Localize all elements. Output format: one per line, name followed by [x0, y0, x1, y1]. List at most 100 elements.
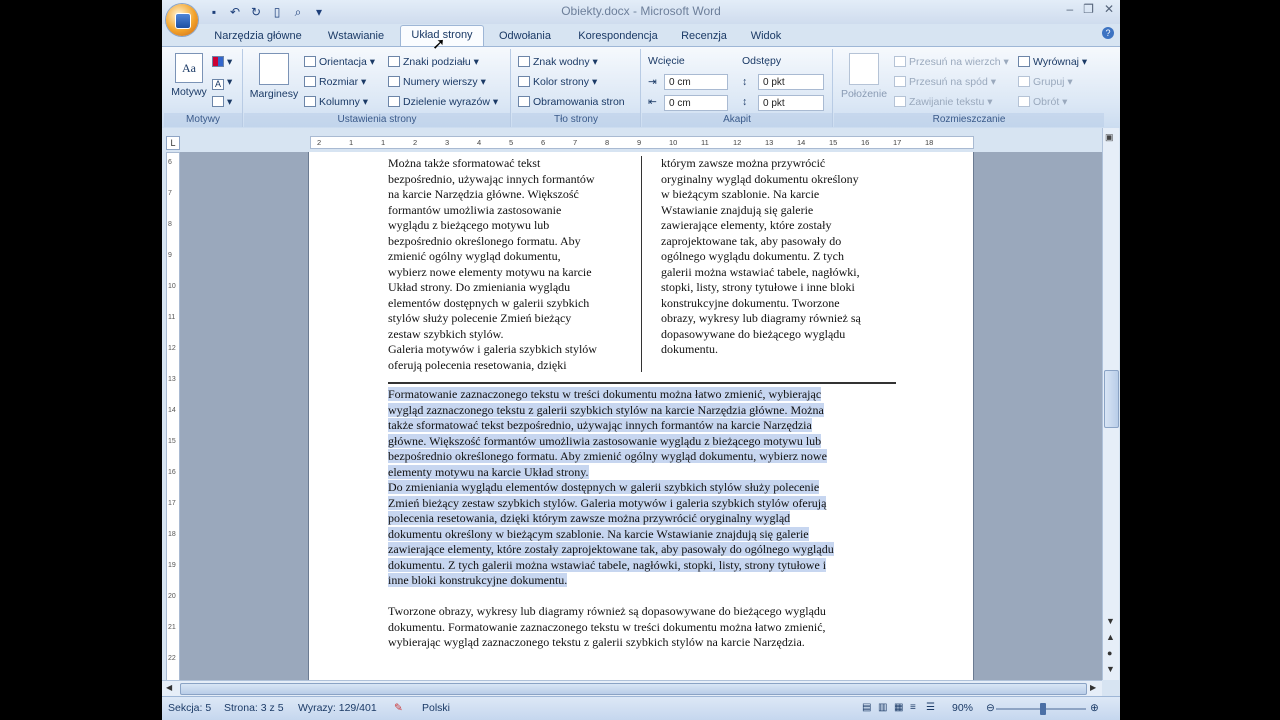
section-border: [388, 382, 896, 384]
vertical-scroll-thumb[interactable]: [1104, 370, 1119, 428]
spacing-after-field[interactable]: 0 pkt: [758, 95, 824, 111]
indent-left-field[interactable]: 0 cm: [664, 74, 728, 90]
document-page[interactable]: Można także sformatować tekst bezpośredni…: [308, 152, 974, 680]
previous-page-icon[interactable]: ▲: [1106, 632, 1115, 642]
print-layout-icon[interactable]: ▤: [862, 702, 871, 713]
rozmiar-button[interactable]: Rozmiar ▾: [304, 75, 366, 89]
tab-widok[interactable]: Widok: [744, 27, 788, 46]
language-indicator[interactable]: Polski: [422, 702, 450, 714]
ruler-tick-label: 6: [541, 138, 546, 147]
spacing-after-icon: ↕: [742, 96, 748, 108]
theme-effects-icon[interactable]: ▾: [212, 95, 232, 109]
motywy-button[interactable]: Aa Motywy: [170, 53, 208, 98]
scroll-down-icon[interactable]: ▼: [1106, 616, 1115, 626]
selected-text[interactable]: Formatowanie zaznaczonego tekstu w treśc…: [388, 387, 888, 589]
text-line: ogólnego wyglądu dokumentu. Z tych: [661, 249, 844, 263]
znaki-podzialu-button[interactable]: Znaki podziału ▾: [388, 55, 479, 69]
help-icon[interactable]: ?: [1102, 27, 1114, 39]
group-tlo-strony: Znak wodny ▾ Kolor strony ▾ Obramowania …: [512, 49, 641, 127]
breaks-icon: [388, 56, 400, 67]
tab-odwolania[interactable]: Odwołania: [490, 27, 560, 46]
text-line: bezpośrednio określonego formatu. Aby: [388, 233, 581, 248]
orientacja-button[interactable]: Orientacja ▾: [304, 55, 375, 69]
tab-korespondencja[interactable]: Korespondencja: [570, 27, 666, 46]
minimize-button[interactable]: –: [1066, 2, 1073, 16]
ruler-tick-label: 16: [861, 138, 870, 147]
odstepy-label: Odstępy: [742, 55, 782, 67]
vertical-ruler[interactable]: 6 7 8 9 10 11 12 13 14 15 16 17 18 19 20 21 22: [166, 152, 180, 682]
spacing-before-field[interactable]: 0 pkt: [758, 74, 824, 90]
obramowania-stron-button[interactable]: Obramowania stron: [518, 95, 625, 109]
section-indicator[interactable]: Sekcja: 5: [168, 702, 211, 714]
text-line: konstrukcyjne dokumentu. Tworzone: [661, 295, 840, 310]
office-button[interactable]: [166, 4, 198, 36]
zoom-level[interactable]: 90%: [952, 702, 973, 714]
word-count[interactable]: Wyrazy: 129/401: [298, 702, 377, 714]
page-indicator[interactable]: Strona: 3 z 5: [224, 702, 284, 714]
ruler-tick-label: 12: [733, 138, 742, 147]
theme-colors-icon[interactable]: ▾: [212, 55, 232, 69]
kolor-strony-button[interactable]: Kolor strony ▾: [518, 75, 597, 89]
text-line: galerii można wstawiać tabele, nagłówki,: [661, 264, 860, 279]
window-title: Obiekty.docx - Microsoft Word: [561, 4, 721, 18]
selected-text-line: główne. Większość formantów umożliwia za…: [388, 433, 822, 448]
horizontal-ruler[interactable]: 2 1 1 2 3 4 5 6 7 8 9 10 11 12 13 14 15 16 17 18: [310, 136, 974, 149]
text-line: stopki, listy, strony tytułowe i inne bl…: [661, 280, 855, 294]
text-line: zawierające elementy, które zostały: [661, 218, 832, 232]
marginesy-button[interactable]: Marginesy: [248, 53, 300, 100]
restore-button[interactable]: ❐: [1083, 2, 1094, 16]
full-screen-icon[interactable]: ▥: [878, 702, 887, 713]
tab-recenzja[interactable]: Recenzja: [676, 27, 732, 46]
przesun-na-spod-button[interactable]: Przesuń na spód ▾: [894, 75, 996, 89]
browse-object-icon[interactable]: ●: [1107, 648, 1112, 658]
selected-text-line: wygląd zaznaczonego tekstu z galerii szy…: [388, 402, 824, 417]
scroll-right-icon[interactable]: ▶: [1090, 683, 1096, 692]
grupuj-button[interactable]: Grupuj ▾: [1018, 75, 1073, 89]
tab-narzedzia-glowne[interactable]: Narzędzia główne: [212, 27, 304, 46]
wyrownaj-button[interactable]: Wyrównaj ▾: [1018, 55, 1087, 69]
przesun-na-wierzch-button[interactable]: Przesuń na wierzch ▾: [894, 55, 1009, 69]
zawijanie-tekstu-button[interactable]: Zawijanie tekstu ▾: [894, 95, 993, 109]
close-button[interactable]: ✕: [1104, 2, 1114, 16]
text-line: Tworzone obrazy, wykresy lub diagramy ró…: [388, 604, 826, 618]
spelling-check-icon[interactable]: ✎: [394, 702, 403, 714]
scroll-left-icon[interactable]: ◀: [166, 683, 172, 692]
znak-wodny-button[interactable]: Znak wodny ▾: [518, 55, 598, 69]
kolumny-button[interactable]: Kolumny ▾: [304, 95, 368, 109]
ruler-tick-label: 7: [573, 138, 578, 147]
tab-selector[interactable]: L: [166, 136, 180, 150]
ruler-tick-label: 15: [829, 138, 838, 147]
dzielenie-wyrazow-button[interactable]: Dzielenie wyrazów ▾: [388, 95, 498, 109]
themes-icon: Aa: [175, 53, 203, 83]
zoom-in-icon[interactable]: ⊕: [1090, 702, 1099, 714]
web-layout-icon[interactable]: ▦: [894, 702, 903, 713]
text-line: w bieżącym szablonie. Na karcie: [661, 187, 820, 201]
next-page-icon[interactable]: ▼: [1106, 664, 1115, 674]
vertical-scrollbar[interactable]: ▣ ▼ ▲ ● ▼: [1102, 128, 1119, 680]
ruler-tick-label: 7: [168, 190, 172, 197]
outline-icon[interactable]: ≡: [910, 702, 916, 713]
text-line: oryginalny wygląd dokumentu określony: [661, 171, 859, 186]
polozenie-button[interactable]: Położenie: [838, 53, 890, 100]
ruler-tick-label: 22: [168, 655, 176, 662]
obrot-button[interactable]: Obrót ▾: [1018, 95, 1067, 109]
horizontal-scrollbar[interactable]: ◀ ▶: [162, 680, 1102, 697]
status-bar: Sekcja: 5 Strona: 3 z 5 Wyrazy: 129/401 …: [162, 696, 1120, 720]
body-text[interactable]: Tworzone obrazy, wykresy lub diagramy ró…: [388, 604, 888, 651]
draft-icon[interactable]: ☰: [926, 702, 935, 713]
zoom-out-icon[interactable]: ⊖: [986, 702, 995, 714]
numery-wierszy-button[interactable]: Numery wierszy ▾: [388, 75, 486, 89]
theme-fonts-icon[interactable]: A ▾: [212, 75, 232, 90]
horizontal-scroll-thumb[interactable]: [180, 683, 1087, 695]
indent-right-field[interactable]: 0 cm: [664, 95, 728, 111]
ruler-tick-label: 13: [168, 376, 176, 383]
hyphenation-icon: [388, 96, 400, 107]
tab-wstawianie[interactable]: Wstawianie: [318, 27, 394, 46]
text-line: formantów umożliwia zastosowanie: [388, 202, 562, 217]
group-label: Rozmieszczanie: [834, 113, 1104, 127]
text-line: Układ strony. Do zmieniania wyglądu: [388, 280, 571, 294]
zoom-slider-thumb[interactable]: [1040, 703, 1046, 715]
ruler-toggle-icon[interactable]: ▣: [1105, 132, 1114, 143]
margins-icon: [259, 53, 289, 85]
ribbon-tabs: Narzędzia główne Wstawianie Układ strony…: [162, 24, 1120, 47]
